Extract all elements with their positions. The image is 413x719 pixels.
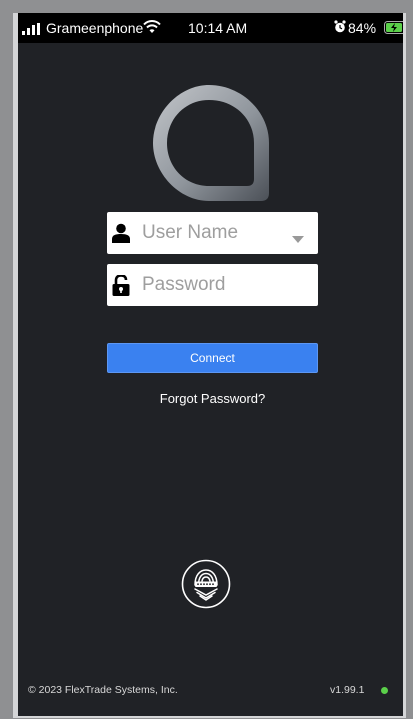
connection-status-dot (381, 687, 388, 694)
username-input[interactable] (142, 218, 282, 248)
password-field[interactable] (107, 264, 318, 306)
status-time: 10:14 AM (188, 20, 248, 36)
connect-button[interactable]: Connect (107, 343, 318, 373)
caret-down-icon[interactable] (292, 230, 304, 248)
username-field[interactable] (107, 212, 318, 254)
version-label: v1.99.1 (330, 684, 365, 696)
forgot-password-link[interactable]: Forgot Password? (107, 391, 318, 406)
status-bar: Grameenphone 10:14 AM 84% (18, 13, 403, 43)
battery-charging-icon (384, 21, 403, 37)
alarm-clock-icon (334, 20, 346, 36)
app-screen: Grameenphone 10:14 AM 84% User Name Conn… (13, 13, 406, 718)
wifi-icon (143, 20, 161, 37)
fingerprint-icon[interactable] (181, 559, 231, 614)
password-input[interactable] (142, 270, 282, 300)
signal-bars-icon (22, 22, 44, 38)
user-icon (112, 223, 130, 248)
battery-percentage: 84% (348, 20, 377, 36)
carrier-name: Grameenphone (46, 20, 144, 36)
app-logo-icon (151, 83, 271, 208)
lock-icon (112, 274, 130, 301)
copyright-text: © 2023 FlexTrade Systems, Inc. (28, 684, 178, 696)
